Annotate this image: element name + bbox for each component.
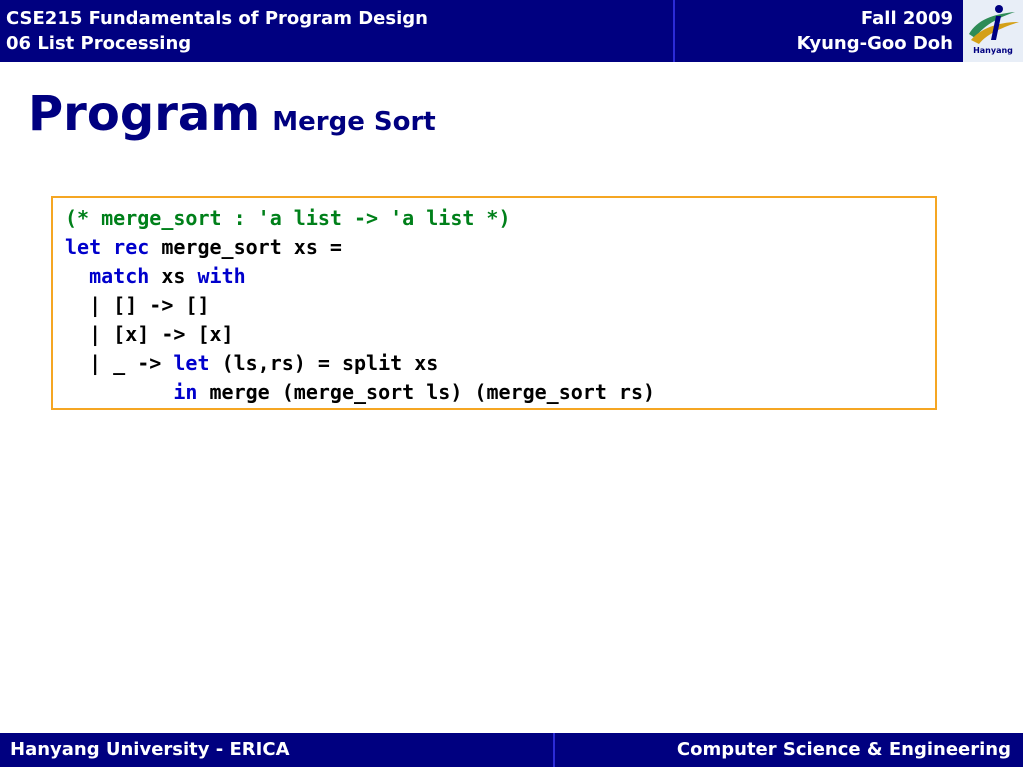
- kw-let: let: [173, 351, 210, 375]
- footer-divider: [553, 733, 555, 767]
- code-text: merge_sort xs =: [161, 235, 342, 259]
- instructor-name: Kyung-Goo Doh: [796, 33, 953, 54]
- slide-title: Program Merge Sort: [28, 84, 436, 144]
- kw-in: in: [173, 380, 198, 404]
- code-text: | [] -> []: [89, 293, 210, 317]
- header-bar: CSE215 Fundamentals of Program Design 06…: [0, 0, 1023, 62]
- footer-department: Computer Science & Engineering: [676, 739, 1011, 760]
- header-right: Fall 2009 Kyung-Goo Doh: [797, 6, 953, 56]
- code-text: merge (merge_sort ls) (merge_sort rs): [209, 380, 656, 404]
- header-left: CSE215 Fundamentals of Program Design 06…: [6, 6, 428, 56]
- kw-let: let: [65, 235, 102, 259]
- code-block: (* merge_sort : 'a list -> 'a list *) le…: [65, 204, 655, 407]
- footer-university: Hanyang University - ERICA: [10, 739, 290, 760]
- code-comment: (* merge_sort : 'a list -> 'a list *): [65, 206, 511, 230]
- code-box: (* merge_sort : 'a list -> 'a list *) le…: [51, 196, 937, 410]
- title-sub: Merge Sort: [272, 107, 436, 137]
- code-text: (ls,rs) = split xs: [221, 351, 439, 375]
- kw-match: match: [89, 264, 150, 288]
- logo-icon: [969, 5, 1019, 44]
- course-title: CSE215 Fundamentals of Program Design: [6, 8, 428, 29]
- code-text: xs: [161, 264, 186, 288]
- title-main: Program: [28, 86, 261, 142]
- kw-rec: rec: [113, 235, 150, 259]
- header-divider: [673, 0, 675, 62]
- kw-with: with: [197, 264, 246, 288]
- code-text: | [x] -> [x]: [89, 322, 234, 346]
- term-label: Fall 2009: [860, 8, 953, 29]
- chapter-title: 06 List Processing: [6, 33, 192, 54]
- university-logo: Hanyang: [963, 0, 1023, 62]
- code-text: | _ ->: [89, 351, 162, 375]
- footer-bar: Hanyang University - ERICA Computer Scie…: [0, 733, 1023, 767]
- logo-text: Hanyang: [973, 46, 1013, 55]
